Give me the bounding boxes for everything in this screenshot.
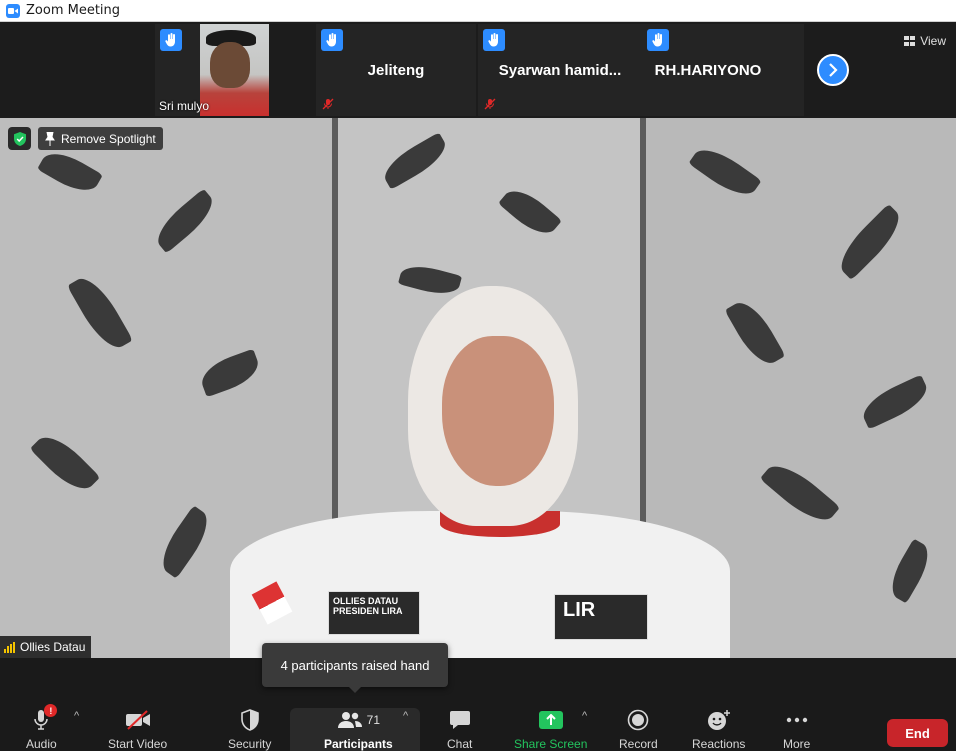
audio-options-caret-icon[interactable]: ^ [74,710,79,722]
next-page-button[interactable] [817,54,849,86]
raised-hand-icon [483,29,505,51]
video-off-icon [125,710,150,730]
more-dots-icon [786,717,807,723]
encryption-shield-icon[interactable] [8,127,31,150]
active-speaker-label: Ollies Datau [0,636,92,658]
record-label: Record [619,737,658,751]
record-button[interactable]: Record [619,706,658,751]
start-video-button[interactable]: Start Video [108,706,167,751]
raised-hand-icon [321,29,343,51]
smiley-plus-icon [707,710,730,730]
spotlight-video: OLLIES DATAU PRESIDEN LIRA LIR Remove Sp… [0,118,956,658]
participant-name: RH.HARIYONO [654,62,762,79]
audio-alert-badge: ! [44,704,58,717]
record-icon [628,709,649,731]
participant-tile-rh-hariyono[interactable]: RH.HARIYONO [642,24,804,116]
speaker-name: Ollies Datau [20,640,86,654]
participant-name: Jeliteng [367,62,425,79]
security-label: Security [228,737,272,751]
participants-options-caret-icon[interactable]: ^ [403,710,408,722]
window-title: Zoom Meeting [26,3,121,18]
raised-hand-icon [647,29,669,51]
chevron-right-icon [829,63,838,77]
shield-icon [240,709,259,731]
gallery-strip: Sri mulyo Jeliteng Syarwan hamid... RH.H… [0,22,956,118]
more-button[interactable]: More [783,706,810,751]
participants-button[interactable]: 71 Participants [324,706,393,751]
reactions-label: Reactions [692,737,746,751]
end-meeting-button[interactable]: End [887,719,948,747]
participant-tile-sri-mulyo[interactable]: Sri mulyo [155,24,269,116]
participants-count: 71 [366,713,381,727]
raised-hand-icon [160,29,182,51]
raised-hand-tooltip: 4 participants raised hand [262,643,448,693]
remove-spotlight-label: Remove Spotlight [61,131,156,146]
view-button[interactable]: View [904,34,946,48]
remove-spotlight-button[interactable]: Remove Spotlight [38,127,163,150]
participant-tile-syarwan-hamid[interactable]: Syarwan hamid... [478,24,642,116]
more-label: More [783,737,811,751]
chat-button[interactable]: Chat [447,706,472,751]
participant-video [200,24,269,116]
participant-name: Syarwan hamid... [498,62,622,79]
share-screen-arrow-icon [538,711,563,729]
meeting-controls: ! Audio ^ Start Video Security 71 Partic… [0,696,956,751]
participants-icon [337,712,362,728]
view-label: View [920,34,946,48]
audio-button[interactable]: ! Audio [26,704,58,751]
audio-label: Audio [26,737,57,751]
chat-bubble-icon [449,711,470,729]
participants-label: Participants [324,737,393,751]
chat-label: Chat [447,737,473,751]
security-button[interactable]: Security [228,706,271,751]
logo-badge: LIR [554,594,648,640]
grid-view-icon [904,36,916,46]
muted-mic-icon [484,98,496,110]
zoom-logo-icon [6,3,20,18]
muted-mic-icon [322,98,334,110]
window-titlebar: Zoom Meeting [0,0,956,22]
start-video-label: Start Video [108,737,168,751]
pin-icon [45,131,55,146]
audio-level-icon [4,641,15,653]
share-screen-button[interactable]: Share Screen [514,706,587,751]
participant-tile-jeliteng[interactable]: Jeliteng [316,24,476,116]
share-options-caret-icon[interactable]: ^ [582,710,587,722]
speaker-person: OLLIES DATAU PRESIDEN LIRA LIR [230,286,730,658]
share-screen-label: Share Screen [514,737,588,751]
reactions-button[interactable]: Reactions [692,706,745,751]
name-badge: OLLIES DATAU PRESIDEN LIRA [328,591,420,635]
participant-name: Sri mulyo [159,99,210,113]
